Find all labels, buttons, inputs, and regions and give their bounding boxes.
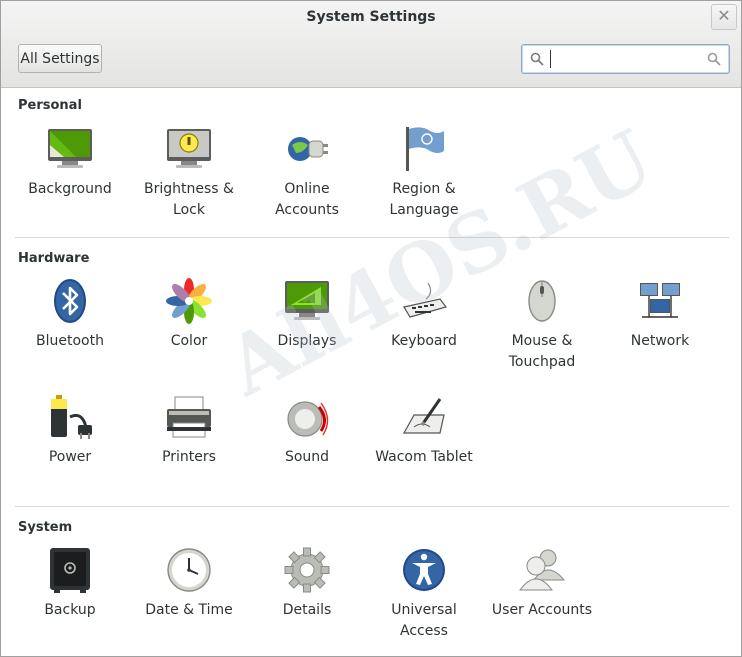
settings-item-displays[interactable]: Displays [248, 277, 366, 352]
close-icon: ✕ [717, 6, 731, 25]
item-label: Wacom Tablet [375, 449, 473, 465]
settings-item-mouse-touchpad[interactable]: Mouse & Touchpad [483, 277, 601, 373]
item-label: Brightness & [144, 181, 234, 197]
settings-item-user-accounts[interactable]: User Accounts [483, 546, 601, 621]
settings-item-power[interactable]: Power [11, 393, 129, 468]
battery-plug-icon [51, 395, 92, 439]
printer-icon [167, 396, 211, 438]
item-label: Background [28, 181, 112, 197]
speaker-icon [287, 401, 329, 437]
header-bar: System Settings ✕ All Settings [1, 1, 741, 88]
item-label: Language [389, 202, 459, 218]
item-label: User Accounts [491, 602, 593, 618]
item-label: Details [282, 602, 332, 618]
online-accounts-icon [288, 137, 328, 161]
settings-item-keyboard[interactable]: Keyboard [365, 277, 483, 352]
item-label: Lock [173, 202, 205, 218]
keyboard-icon [403, 282, 448, 318]
all-settings-button[interactable]: All Settings [18, 44, 102, 73]
search-icon [530, 52, 544, 66]
close-button[interactable]: ✕ [711, 4, 737, 30]
safe-icon [50, 548, 90, 593]
settings-item-universal-access[interactable]: Universal Access [365, 546, 483, 642]
region-flag-icon [406, 127, 444, 171]
item-label: Region & [392, 181, 456, 197]
color-icon [166, 278, 212, 324]
item-label: Backup [44, 602, 96, 618]
display-icon [285, 281, 329, 320]
search-field[interactable] [521, 44, 730, 74]
settings-item-printers[interactable]: Printers [130, 393, 248, 468]
accessibility-icon [403, 549, 445, 591]
tablet-pen-icon [402, 398, 445, 434]
settings-item-color[interactable]: Color [130, 277, 248, 352]
item-label: Mouse & [511, 333, 573, 349]
settings-item-network[interactable]: Network [601, 277, 719, 352]
section-title-personal: Personal [18, 98, 82, 113]
window-title: System Settings [306, 9, 436, 25]
item-label: Power [48, 449, 92, 465]
item-label: Accounts [275, 202, 339, 218]
item-label: Sound [284, 449, 330, 465]
system-settings-window: System Settings ✕ All Settings Personal [0, 0, 742, 657]
settings-item-background[interactable]: Background [11, 125, 129, 200]
settings-item-details[interactable]: Details [248, 546, 366, 621]
item-label: Date & Time [145, 602, 233, 618]
item-label: Access [400, 623, 448, 639]
item-label: Touchpad [508, 354, 576, 370]
item-label: Universal [391, 602, 457, 618]
item-label: Color [170, 333, 208, 349]
item-label: Bluetooth [36, 333, 104, 349]
users-icon [519, 549, 566, 591]
search-input[interactable] [548, 49, 702, 71]
settings-item-date-time[interactable]: Date & Time [130, 546, 248, 621]
section-title-system: System [18, 520, 73, 535]
item-label: Displays [277, 333, 337, 349]
settings-item-sound[interactable]: Sound [248, 393, 366, 468]
bluetooth-icon [54, 279, 86, 323]
search-icon[interactable] [707, 52, 721, 66]
mouse-icon [528, 280, 556, 322]
section-separator [15, 237, 729, 238]
item-label: Online [284, 181, 330, 197]
gear-icon [284, 547, 330, 593]
settings-item-region-language[interactable]: Region & Language [365, 125, 483, 221]
brightness-lock-icon [167, 129, 211, 168]
clock-icon [167, 548, 211, 592]
settings-item-backup[interactable]: Backup [11, 546, 129, 621]
section-separator [15, 506, 729, 507]
settings-item-online-accounts[interactable]: Online Accounts [248, 125, 366, 221]
section-title-hardware: Hardware [18, 251, 90, 266]
settings-item-wacom-tablet[interactable]: Wacom Tablet [365, 393, 483, 468]
item-label: Keyboard [391, 333, 457, 349]
network-icon [640, 283, 680, 318]
item-label: Printers [162, 449, 216, 465]
background-icon [48, 129, 92, 168]
item-label: Network [630, 333, 690, 349]
settings-item-brightness-lock[interactable]: Brightness & Lock [130, 125, 248, 221]
settings-item-bluetooth[interactable]: Bluetooth [11, 277, 129, 352]
